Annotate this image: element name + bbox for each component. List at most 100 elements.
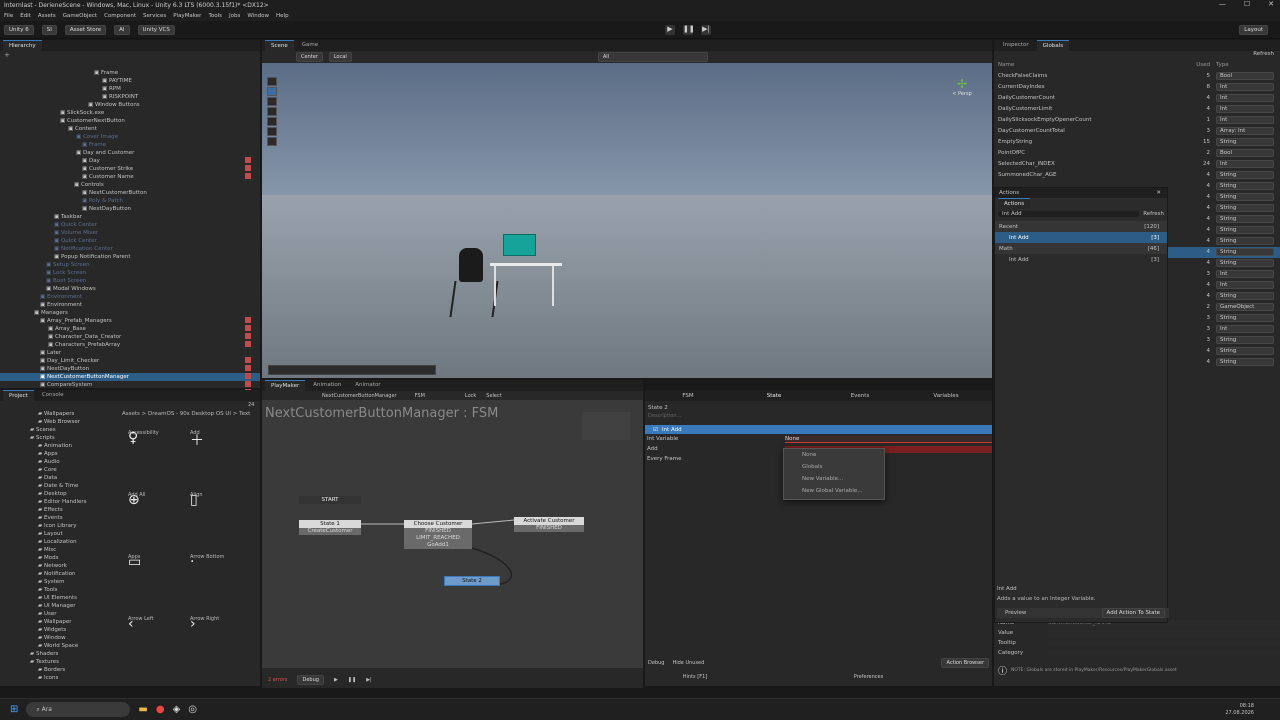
globals-refresh-button[interactable]: Refresh <box>994 51 1280 60</box>
hierarchy-item[interactable]: ▣ Controls <box>0 181 260 189</box>
pivot-local-dropdown[interactable]: Local <box>328 52 352 62</box>
fsm-step-icon[interactable]: ▶| <box>366 677 372 683</box>
hierarchy-item[interactable]: ▣ Setup Screen <box>0 261 260 269</box>
hierarchy-item[interactable]: ▣ Content <box>0 125 260 133</box>
project-breadcrumb[interactable]: Assets > DreamOS - 90s Desktop OS UI > T… <box>122 411 250 417</box>
hierarchy-item[interactable]: ▣ NextDayButton <box>0 205 260 213</box>
ai-button[interactable]: AI <box>114 24 130 35</box>
project-folder[interactable]: ▰ Editor Handlers <box>0 498 118 506</box>
global-type-dropdown[interactable]: Int <box>1216 94 1274 102</box>
rotate-tool-icon[interactable] <box>267 97 277 106</box>
hierarchy-item[interactable]: ▣ Later <box>0 349 260 357</box>
hierarchy-item[interactable]: ▣ Volume Mixer <box>0 229 260 237</box>
menu-help[interactable]: Help <box>276 13 289 19</box>
project-folder[interactable]: ▰ Effects <box>0 506 118 514</box>
project-folder[interactable]: ▰ Data <box>0 474 118 482</box>
global-variable-row[interactable]: EmptyString 15 String <box>994 137 1280 148</box>
move-tool-icon[interactable] <box>267 87 277 96</box>
taskbar-search[interactable]: ⌕ Ara <box>26 702 131 717</box>
hints-toggle[interactable]: Hints [F1] <box>645 674 745 680</box>
project-folder[interactable]: ▰ Events <box>0 514 118 522</box>
transform-tool-icon[interactable] <box>267 127 277 136</box>
global-variable-row[interactable]: DayCustomerCountTotal 3 Array: Int <box>994 126 1280 137</box>
hierarchy-item[interactable]: ▣ Customer Name <box>0 173 260 181</box>
menu-component[interactable]: Component <box>104 13 136 19</box>
menu-file[interactable]: File <box>4 13 13 19</box>
choose-customer-node[interactable]: Choose Customer FINISHED LIMIT_REACHED G… <box>404 520 472 549</box>
hierarchy-item[interactable]: ▣ NextDayButton <box>0 365 260 373</box>
project-folder[interactable]: ▰ Widgets <box>0 626 118 634</box>
hierarchy-item[interactable]: ▣ Quick Center <box>0 237 260 245</box>
transition-limit-reached[interactable]: LIMIT_REACHED <box>404 535 472 542</box>
project-folder[interactable]: ▰ Scenes <box>0 426 118 434</box>
hierarchy-item[interactable]: ▣ RPM <box>0 85 260 93</box>
fsm-play-icon[interactable]: ▶ <box>334 677 338 683</box>
project-folder[interactable]: ▰ System <box>0 578 118 586</box>
fsm-select-button[interactable]: Select <box>486 393 501 399</box>
global-type-dropdown[interactable]: String <box>1216 171 1274 179</box>
global-variable-row[interactable]: SummonedChar_AGE 4 String <box>994 170 1280 181</box>
dropdown-option-new-global[interactable]: New Global Variable... <box>784 485 884 497</box>
fsm-dropdown[interactable]: FSM <box>415 393 425 399</box>
project-folder[interactable]: ▰ UI Manager <box>0 602 118 610</box>
menu-services[interactable]: Services <box>143 13 166 19</box>
project-folder[interactable]: ▰ Animation <box>0 442 118 450</box>
project-folder[interactable]: ▰ Audio <box>0 458 118 466</box>
fsm-pause-icon[interactable]: ❚❚ <box>348 677 356 683</box>
hierarchy-item[interactable]: ▣ NextCustomerButton <box>0 189 260 197</box>
tab-animation[interactable]: Animation <box>307 380 347 391</box>
hierarchy-item[interactable]: ▣ Frame <box>0 69 260 77</box>
hierarchy-item[interactable]: ▣ NextCustomerButtonManager <box>0 373 260 381</box>
hierarchy-item[interactable]: ▣ Frame <box>0 141 260 149</box>
hierarchy-item[interactable]: ▣ Array_Prefab_Managers <box>0 317 260 325</box>
project-folder[interactable]: ▰ Window <box>0 634 118 642</box>
project-folder[interactable]: ▰ Localization <box>0 538 118 546</box>
project-folder[interactable]: ▰ Misc <box>0 546 118 554</box>
hierarchy-item[interactable]: ▣ Day and Customer <box>0 149 260 157</box>
menu-edit[interactable]: Edit <box>20 13 31 19</box>
hierarchy-item[interactable]: ▣ CompareSystem <box>0 381 260 389</box>
taskbar-clock[interactable]: 08:18 27.08.2026 <box>1225 703 1254 717</box>
project-folder[interactable]: ▰ Wallpapers <box>0 410 118 418</box>
project-folder[interactable]: ▰ Shaders <box>0 650 118 658</box>
tab-fsm[interactable]: FSM <box>645 393 731 399</box>
chrome-icon[interactable]: ● <box>156 704 165 715</box>
hierarchy-item[interactable]: ▣ Array_Base <box>0 325 260 333</box>
debug-dropdown[interactable]: Debug <box>297 675 324 685</box>
global-variable-row[interactable]: DailyCustomerCount 4 Int <box>994 93 1280 104</box>
rect-tool-icon[interactable] <box>267 117 277 126</box>
action-item-int-add-recent[interactable]: Int Add [3] <box>995 232 1167 243</box>
tab-state[interactable]: State <box>731 393 817 399</box>
menu-assets[interactable]: Assets <box>38 13 56 19</box>
project-folder[interactable]: ▰ Date & Time <box>0 482 118 490</box>
layout-dropdown[interactable]: Layout <box>1239 24 1268 35</box>
hierarchy-item[interactable]: ▣ Day <box>0 157 260 165</box>
project-folder[interactable]: ▰ Mods <box>0 554 118 562</box>
hierarchy-item[interactable]: ▣ Environment <box>0 293 260 301</box>
action-enable-checkbox[interactable]: ☑ <box>653 427 658 433</box>
global-type-dropdown[interactable]: String <box>1216 314 1274 322</box>
hierarchy-item[interactable]: ▣ Cover Image <box>0 133 260 141</box>
project-folder[interactable]: ▰ Core <box>0 466 118 474</box>
hierarchy-item[interactable]: ▣ Modal Windows <box>0 285 260 293</box>
file-explorer-icon[interactable]: ▬ <box>138 704 147 715</box>
transition-goadd1[interactable]: GoAdd1 <box>404 542 472 549</box>
hierarchy-item[interactable]: ▣ Environment <box>0 301 260 309</box>
fsm-lock-toggle[interactable]: Lock <box>465 393 476 399</box>
global-type-dropdown[interactable]: String <box>1216 193 1274 201</box>
fsm-minimap[interactable] <box>582 412 630 440</box>
project-folder[interactable]: ▰ User <box>0 610 118 618</box>
tab-globals[interactable]: Globals <box>1036 40 1070 51</box>
hierarchy-item[interactable]: ▣ Lock Screen <box>0 269 260 277</box>
global-type-dropdown[interactable]: String <box>1216 204 1274 212</box>
prop-tooltip-field[interactable] <box>1048 639 1280 647</box>
global-type-dropdown[interactable]: String <box>1216 237 1274 245</box>
pause-button[interactable]: ❚❚ <box>683 25 695 35</box>
hierarchy-item[interactable]: ▣ Popup Notification Parent <box>0 253 260 261</box>
actions-refresh-button[interactable]: Refresh <box>1143 211 1164 217</box>
global-type-dropdown[interactable]: String <box>1216 292 1274 300</box>
unity-icon[interactable]: ◈ <box>173 704 181 715</box>
global-variable-row[interactable]: SelectedChar_INDEX 24 Int <box>994 159 1280 170</box>
add-icon[interactable]: + <box>0 51 260 59</box>
preferences-button[interactable]: Preferences <box>745 674 992 680</box>
